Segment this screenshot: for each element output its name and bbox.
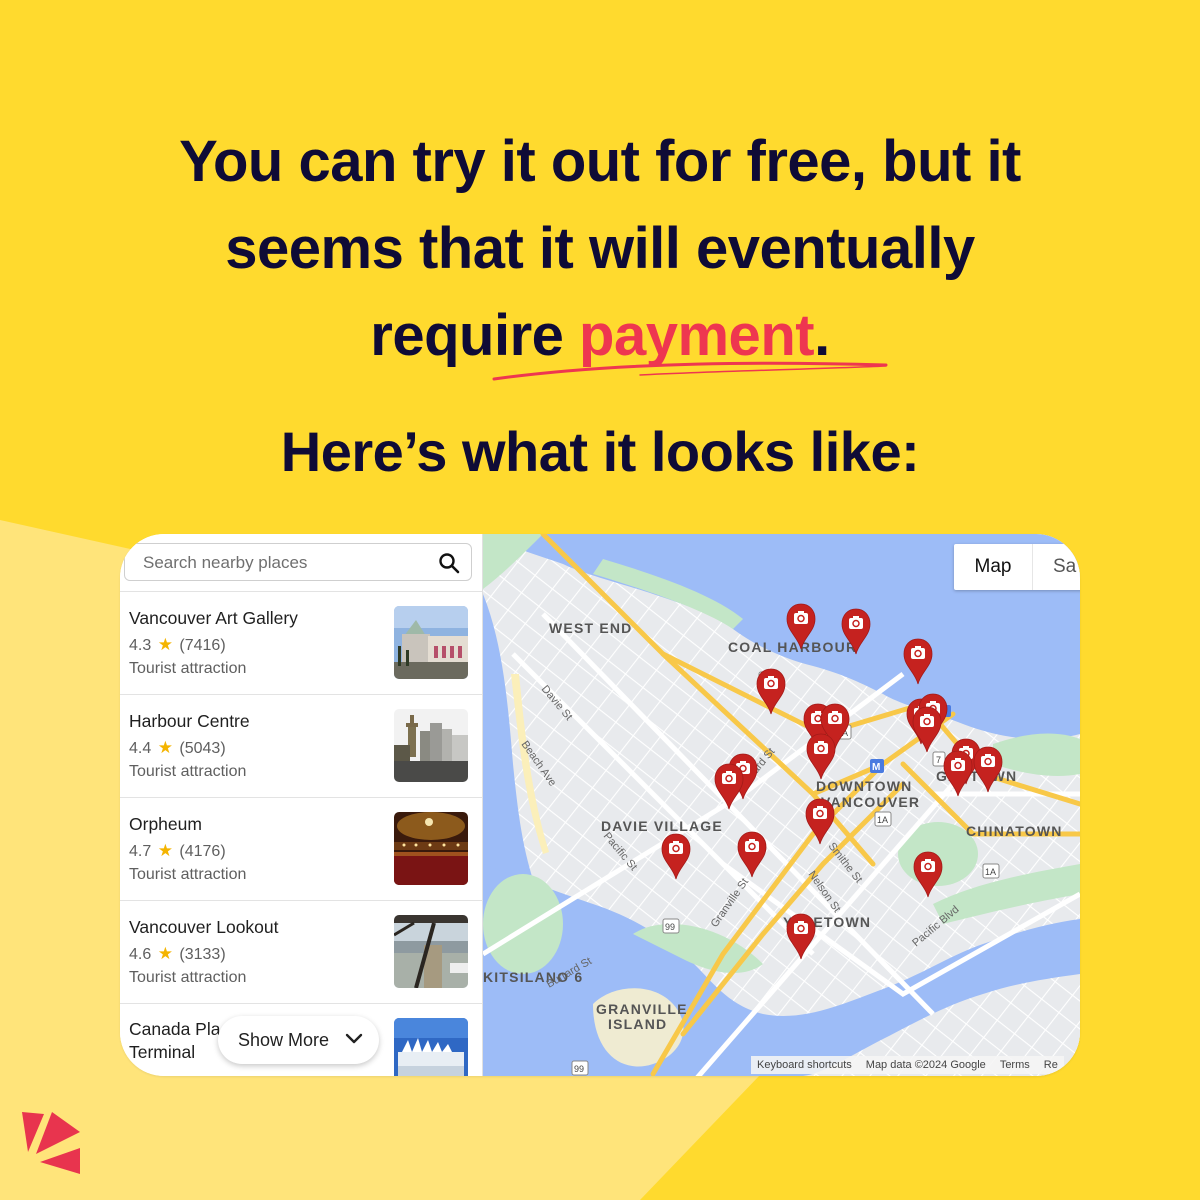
headline-line-2: seems that it will eventually: [225, 216, 975, 281]
map-type-map-button[interactable]: Map: [954, 544, 1033, 590]
place-rating: 4.3 ★ (7416): [129, 635, 226, 655]
star-icon: ★: [157, 944, 173, 963]
metro-label: M: [872, 762, 880, 773]
review-count: (4176): [179, 843, 226, 860]
shield-99: 99: [662, 918, 680, 934]
place-photo: [394, 915, 468, 988]
rating-value: 4.3: [129, 637, 152, 654]
place-type: Tourist attraction: [129, 866, 247, 883]
place-type: Tourist attraction: [129, 660, 247, 677]
map-label-granville: GRANVILLE: [596, 1001, 688, 1017]
show-more-button[interactable]: Show More: [218, 1016, 379, 1064]
map-label-davie-village: DAVIE VILLAGE: [601, 818, 723, 834]
list-item[interactable]: Harbour Centre 4.4 ★ (5043) Tourist attr…: [120, 694, 482, 797]
map-data-credit: Map data ©2024 Google: [865, 1059, 986, 1071]
place-photo: [394, 1018, 468, 1076]
map-attribution: Keyboard shortcuts Map data ©2024 Google…: [751, 1056, 1064, 1074]
rating-value: 4.7: [129, 843, 152, 860]
star-icon: ★: [157, 738, 173, 757]
place-rating: 4.6 ★ (3133): [129, 944, 226, 964]
place-photo: [394, 709, 468, 782]
place-type: Tourist attraction: [129, 763, 247, 780]
place-rating: 4.7 ★ (4176): [129, 841, 226, 861]
search-box: [124, 543, 472, 582]
search-icon[interactable]: [437, 551, 461, 575]
svg-text:1A: 1A: [985, 867, 996, 877]
list-item[interactable]: Orpheum 4.7 ★ (4176) Tourist attraction: [120, 797, 482, 900]
rating-value: 4.6: [129, 946, 152, 963]
review-count: (7416): [179, 637, 226, 654]
report-link[interactable]: Re: [1044, 1056, 1058, 1074]
map-label-downtown: DOWNTOWN: [816, 778, 912, 794]
place-name: Canada Pla Terminal: [129, 1018, 220, 1064]
map-label-vancouver: VANCOUVER: [821, 794, 920, 810]
map-label-chinatown: CHINATOWN: [966, 823, 1063, 839]
review-count: (5043): [179, 740, 226, 757]
map-type-control: Map Sa: [954, 544, 1080, 590]
rating-value: 4.4: [129, 740, 152, 757]
svg-text:99: 99: [665, 922, 675, 932]
star-icon: ★: [157, 635, 173, 654]
maps-widget-card: Vancouver Art Gallery 4.3 ★ (7416) Touri…: [120, 534, 1080, 1076]
shield-99-2: 99: [571, 1060, 589, 1076]
map-label-coal-harbour: COAL HARBOUR: [728, 639, 857, 655]
show-more-label: Show More: [238, 1029, 330, 1050]
place-name: Harbour Centre: [129, 711, 250, 731]
svg-text:99: 99: [574, 1064, 584, 1074]
place-rating: 4.4 ★ (5043): [129, 738, 226, 758]
place-name: Orpheum: [129, 814, 202, 834]
place-name-line-1: Canada Pla: [129, 1019, 221, 1039]
keyboard-shortcuts-link[interactable]: Keyboard shortcuts: [757, 1056, 852, 1074]
shield-1a-2: 1A: [982, 863, 1000, 879]
accent-underline: [492, 361, 888, 381]
review-count: (3133): [179, 946, 226, 963]
map-type-satellite-button[interactable]: Sa: [1033, 544, 1076, 590]
place-photo: [394, 606, 468, 679]
headline-line-1: You can try it out for free, but it: [179, 129, 1021, 194]
places-sidebar: Vancouver Art Gallery 4.3 ★ (7416) Touri…: [120, 534, 483, 1076]
place-name: Vancouver Lookout: [129, 917, 279, 937]
place-name-line-2: Terminal: [129, 1042, 196, 1062]
map-canvas[interactable]: WEST END COAL HARBOUR DOWNTOWN VANCOUVER…: [483, 534, 1080, 1076]
map-label-west-end: WEST END: [549, 620, 633, 636]
shield-7: 7: [932, 751, 946, 767]
brand-logo-icon: [22, 1112, 80, 1174]
list-item[interactable]: Vancouver Lookout 4.6 ★ (3133) Tourist a…: [120, 900, 482, 1003]
subheadline: Here’s what it looks like:: [280, 420, 920, 483]
list-item[interactable]: Vancouver Art Gallery 4.3 ★ (7416) Touri…: [120, 591, 482, 694]
svg-text:1A: 1A: [877, 815, 888, 825]
place-name: Vancouver Art Gallery: [129, 608, 298, 628]
map-view[interactable]: WEST END COAL HARBOUR DOWNTOWN VANCOUVER…: [483, 534, 1080, 1076]
svg-text:7: 7: [936, 755, 941, 765]
place-photo: [394, 812, 468, 885]
park-vanier: [483, 874, 563, 974]
map-label-island: ISLAND: [608, 1016, 667, 1032]
chevron-down-icon: [345, 1033, 363, 1044]
metro-station-icon[interactable]: M: [870, 759, 884, 773]
place-type: Tourist attraction: [129, 969, 247, 986]
star-icon: ★: [157, 841, 173, 860]
search-input[interactable]: [125, 544, 445, 582]
shield-1a: 1A: [874, 811, 892, 827]
headline: You can try it out for free, but it seem…: [0, 118, 1200, 379]
places-list: Vancouver Art Gallery 4.3 ★ (7416) Touri…: [120, 591, 482, 1076]
terms-link[interactable]: Terms: [1000, 1056, 1030, 1074]
